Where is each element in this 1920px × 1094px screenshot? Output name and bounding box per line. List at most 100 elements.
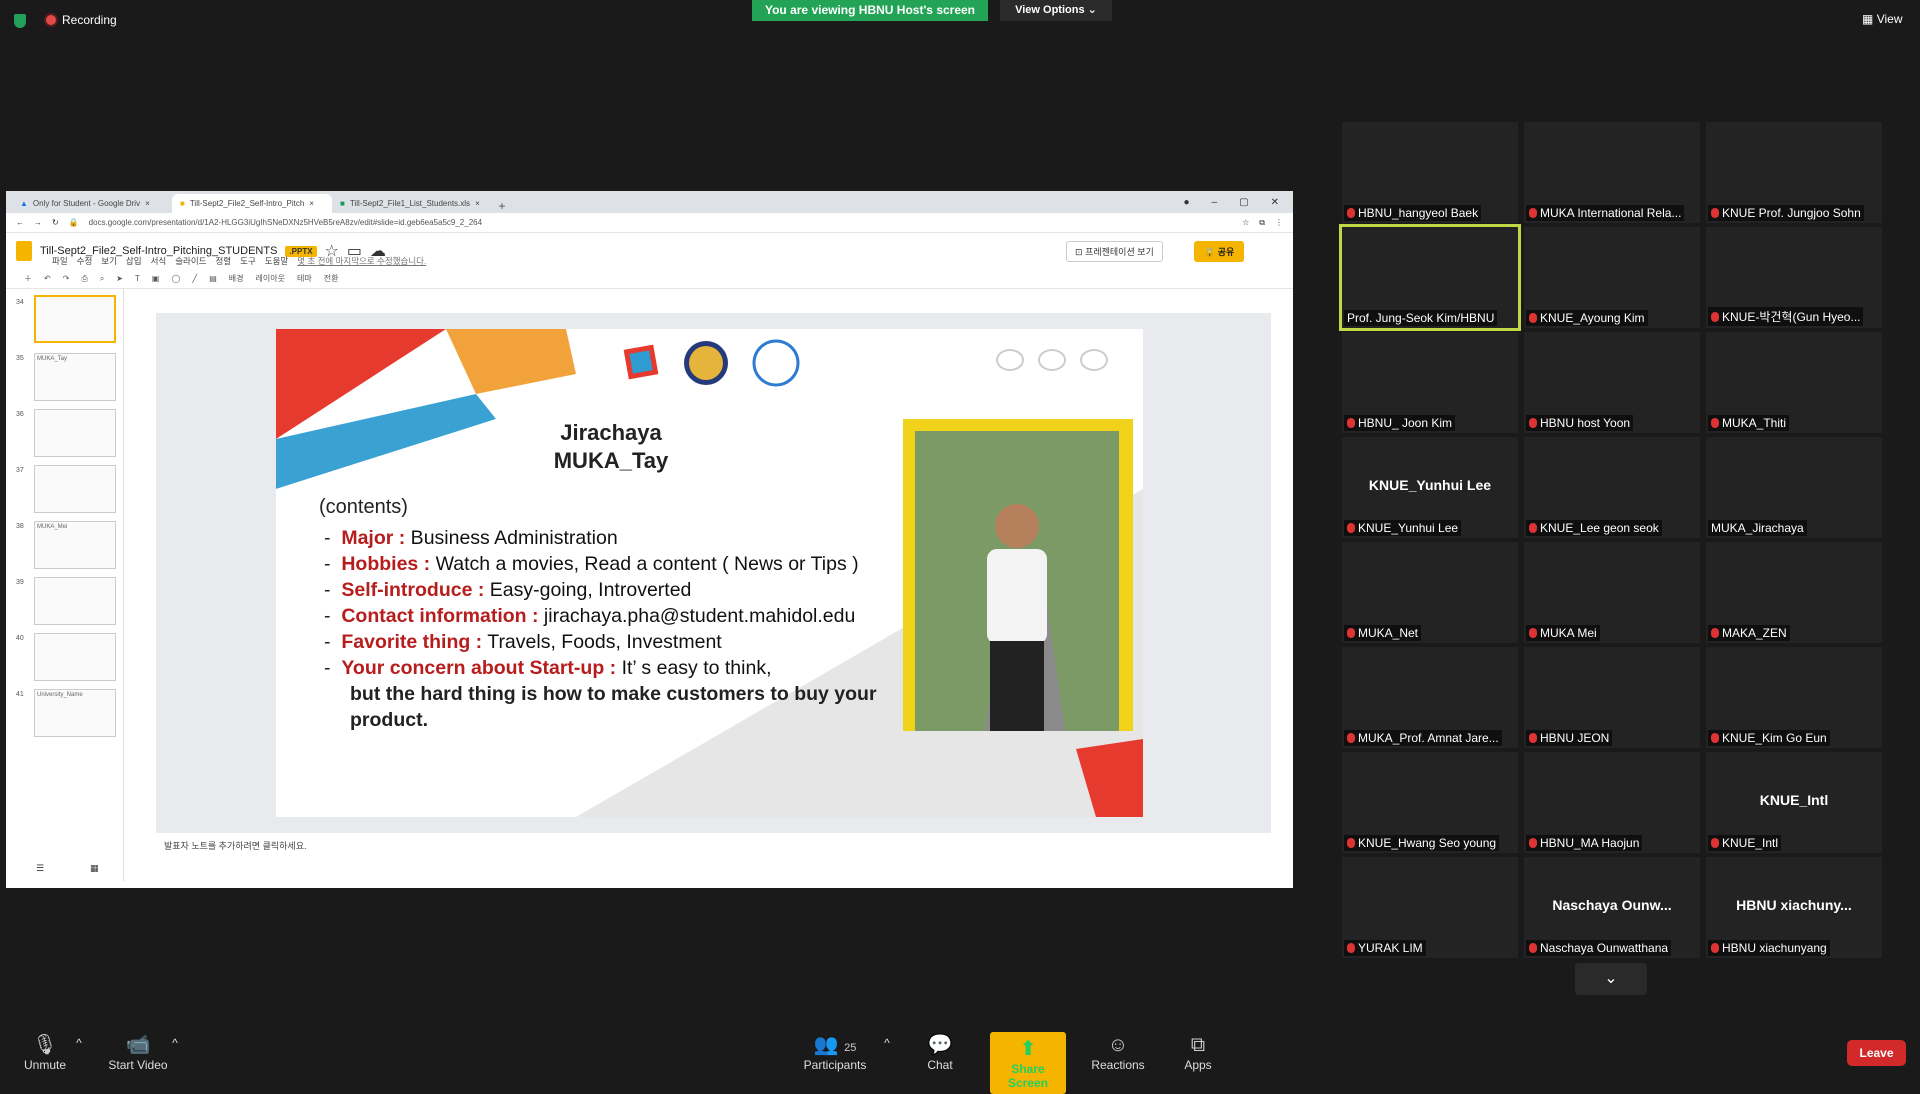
menu-arrange[interactable]: 정렬 [215,255,231,267]
browser-tab-active[interactable]: ■ Till-Sept2_File2_Self-Intro_Pitch × [172,194,332,213]
participant-tile[interactable]: MUKA Mei [1524,542,1700,643]
slides-logo-icon[interactable] [16,241,32,261]
share-screen-button[interactable]: ⬆ Share Screen [990,1032,1066,1094]
participant-tile[interactable]: MUKA_Jirachaya [1706,437,1882,538]
participants-options-caret[interactable]: ^ [880,1036,894,1050]
menu-tools[interactable]: 도구 [240,255,256,267]
menu-view[interactable]: 보기 [101,255,117,267]
minimize-icon[interactable]: – [1212,197,1218,208]
participant-tile[interactable]: YURAK LIM [1342,857,1518,958]
toolbar-layout[interactable]: 레이아웃 [256,273,285,284]
line-icon[interactable]: ╱ [192,274,197,283]
slide-thumbnail[interactable]: University_Name [34,689,116,737]
select-icon[interactable]: ➤ [116,274,123,283]
list-view-icon[interactable]: ☰ [36,863,44,874]
extensions-icon[interactable]: ⧉ [1259,218,1265,228]
participant-tile[interactable]: HBNU host Yoon [1524,332,1700,433]
gallery-next-page-button[interactable]: ⌄ [1575,963,1647,995]
share-button[interactable]: 🔒 공유 [1194,241,1245,262]
back-icon[interactable]: ← [16,218,24,227]
browser-tab[interactable]: ▲ Only for Student - Google Driv × [12,194,172,213]
slide-thumbnail[interactable] [34,409,116,457]
redo-icon[interactable]: ↷ [63,274,70,283]
participant-tile[interactable]: HBNU_hangyeol Baek [1342,122,1518,223]
reload-icon[interactable]: ↻ [52,218,59,227]
participant-tile[interactable]: HBNU_MA Haojun [1524,752,1700,853]
slide-filmstrip[interactable]: 34 35 MUKA_Tay 36 37 38 MUKA_Mei 39 40 4… [6,289,124,881]
last-edit-link[interactable]: 몇 초 전에 마지막으로 수정했습니다. [297,255,426,267]
leave-button[interactable]: Leave [1847,1040,1906,1066]
menu-edit[interactable]: 수정 [77,255,93,267]
close-icon[interactable]: × [475,199,480,208]
zoom-icon[interactable]: ⌕ [100,274,104,284]
menu-file[interactable]: 파일 [52,255,68,267]
grid-view-icon[interactable]: ▦ [90,863,99,874]
reactions-button[interactable]: ☺ Reactions [1090,1032,1146,1072]
participants-button[interactable]: 👥 25 Participants [800,1032,870,1072]
slide-thumbnail[interactable] [34,577,116,625]
participant-tile[interactable]: KNUE-박건혁(Gun Hyeo... [1706,227,1882,328]
slide-thumbnail[interactable] [34,295,116,343]
menu-help[interactable]: 도움말 [265,255,288,267]
menu-insert[interactable]: 삽입 [126,255,142,267]
participant-tile[interactable]: KNUE_Ayoung Kim [1524,227,1700,328]
participant-tile[interactable]: HBNU xiachuny... HBNU xiachunyang [1706,857,1882,958]
slide-thumbnail[interactable]: MUKA_Tay [34,353,116,401]
participant-tile[interactable]: KNUE_Lee geon seok [1524,437,1700,538]
start-video-button[interactable]: 📹 Start Video [106,1032,170,1072]
participant-tile[interactable]: MAKA_ZEN [1706,542,1882,643]
menu-format[interactable]: 서식 [151,255,167,267]
view-button[interactable]: ▦ View [1862,12,1902,26]
print-icon[interactable]: ⎙ [81,274,87,284]
window-close-icon[interactable]: ✕ [1271,197,1279,208]
undo-icon[interactable]: ↶ [44,274,51,283]
apps-button[interactable]: ⧉ Apps [1180,1032,1216,1072]
close-icon[interactable]: × [145,199,150,208]
participant-tile[interactable]: MUKA International Rela... [1524,122,1700,223]
forward-icon[interactable]: → [34,218,42,227]
participant-tile[interactable]: Naschaya Ounw... Naschaya Ounwatthana [1524,857,1700,958]
participant-tile[interactable]: HBNU JEON [1524,647,1700,748]
security-shield-icon[interactable] [14,14,26,28]
current-slide[interactable]: Jirachaya MUKA_Tay (contents) - Major : … [276,329,1143,817]
new-tab-button[interactable]: + [492,199,512,213]
view-options-button[interactable]: View Options ⌄ [1000,0,1112,21]
participant-tile-active-speaker[interactable]: Prof. Jung-Seok Kim/HBNU [1339,224,1521,331]
video-options-caret[interactable]: ^ [168,1036,182,1050]
record-icon[interactable]: ● [1184,197,1190,208]
maximize-icon[interactable]: ▢ [1239,197,1248,208]
browser-tab[interactable]: ■ Till-Sept2_File1_List_Students.xls × [332,194,492,213]
participant-tile[interactable]: KNUE Prof. Jungjoo Sohn [1706,122,1882,223]
slide-thumbnail[interactable] [34,633,116,681]
participant-tile[interactable]: KNUE_Intl KNUE_Intl [1706,752,1882,853]
thumbnail-text: MUKA_Tay [37,356,68,362]
comment-icon[interactable]: ▤ [209,274,217,283]
close-icon[interactable]: × [309,199,314,208]
present-button[interactable]: ⊡ 프레젠테이션 보기 [1066,241,1163,262]
audio-options-caret[interactable]: ^ [72,1036,86,1050]
toolbar-background[interactable]: 배경 [229,273,244,284]
unmute-button[interactable]: 🎙 Unmute [22,1032,68,1072]
star-icon[interactable]: ☆ [1242,218,1249,227]
chat-button[interactable]: 💬 Chat [920,1032,960,1072]
slide-thumbnail[interactable]: MUKA_Mei [34,521,116,569]
participant-tile[interactable]: MUKA_Prof. Amnat Jare... [1342,647,1518,748]
url-field[interactable]: docs.google.com/presentation/d/1A2-HLGG3… [89,218,1232,227]
recording-indicator[interactable]: Recording [46,13,117,27]
toolbar-theme[interactable]: 테마 [297,273,312,284]
shape-icon[interactable]: ◯ [171,274,180,283]
menu-dots-icon[interactable]: ⋮ [1275,218,1283,227]
participant-tile[interactable]: KNUE_Yunhui Lee KNUE_Yunhui Lee [1342,437,1518,538]
toolbar-transition[interactable]: 전환 [324,273,339,284]
participant-tile[interactable]: MUKA_Thiti [1706,332,1882,433]
participant-tile[interactable]: HBNU_ Joon Kim [1342,332,1518,433]
participant-tile[interactable]: KNUE_Kim Go Eun [1706,647,1882,748]
textbox-icon[interactable]: T [135,274,140,283]
participant-tile[interactable]: KNUE_Hwang Seo young [1342,752,1518,853]
slide-thumbnail[interactable] [34,465,116,513]
speaker-notes[interactable]: 발표자 노트를 추가하려면 클릭하세요. [164,839,306,852]
menu-slide[interactable]: 슬라이드 [175,255,206,267]
participant-tile[interactable]: MUKA_Net [1342,542,1518,643]
image-icon[interactable]: ▣ [152,274,160,283]
add-icon[interactable]: ＋ [24,273,32,284]
